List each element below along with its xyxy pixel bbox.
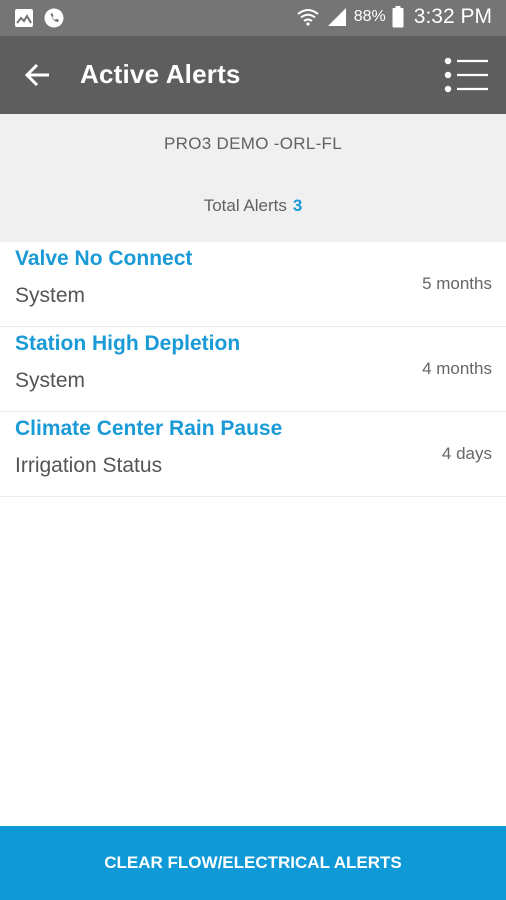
site-name: PRO3 DEMO -ORL-FL	[164, 134, 342, 153]
app-bar: Active Alerts	[0, 36, 506, 114]
signal-icon	[327, 8, 346, 26]
alert-title: Valve No Connect	[15, 247, 193, 270]
alert-title: Station High Depletion	[15, 332, 241, 355]
clock: 3:32 PM	[413, 5, 492, 28]
alert-category: Irrigation Status	[15, 454, 163, 477]
alert-category: System	[15, 369, 86, 392]
list-menu-icon[interactable]	[444, 56, 490, 94]
gallery-icon	[15, 9, 33, 27]
alert-summary: PRO3 DEMO -ORL-FL Total Alerts 3	[0, 114, 506, 242]
page-title: Active Alerts	[80, 59, 241, 89]
alert-item-climate-center-rain-pause[interactable]: Climate Center Rain Pause Irrigation Sta…	[0, 412, 506, 497]
phone-icon	[44, 8, 64, 28]
back-arrow-icon[interactable]	[22, 60, 52, 90]
clear-flow-electrical-alerts-button[interactable]: CLEAR FLOW/ELECTRICAL ALERTS	[0, 826, 506, 900]
alert-age: 4 days	[441, 444, 492, 463]
alert-list: Valve No Connect System 5 months Station…	[0, 242, 506, 497]
wifi-icon	[297, 9, 319, 26]
battery-icon	[392, 6, 404, 28]
status-bar: 88% 3:32 PM	[0, 0, 506, 36]
total-alerts: Total Alerts 3	[0, 196, 506, 216]
alert-age: 5 months	[422, 274, 492, 293]
alert-item-station-high-depletion[interactable]: Station High Depletion System 4 months	[0, 327, 506, 412]
battery-percentage: 88%	[353, 8, 386, 25]
total-alerts-label: Total Alerts	[203, 196, 287, 215]
total-alerts-count: 3	[292, 196, 303, 215]
alert-item-valve-no-connect[interactable]: Valve No Connect System 5 months	[0, 242, 506, 327]
alert-title: Climate Center Rain Pause	[15, 417, 283, 440]
alert-category: System	[15, 284, 86, 307]
alert-age: 4 months	[422, 359, 492, 378]
